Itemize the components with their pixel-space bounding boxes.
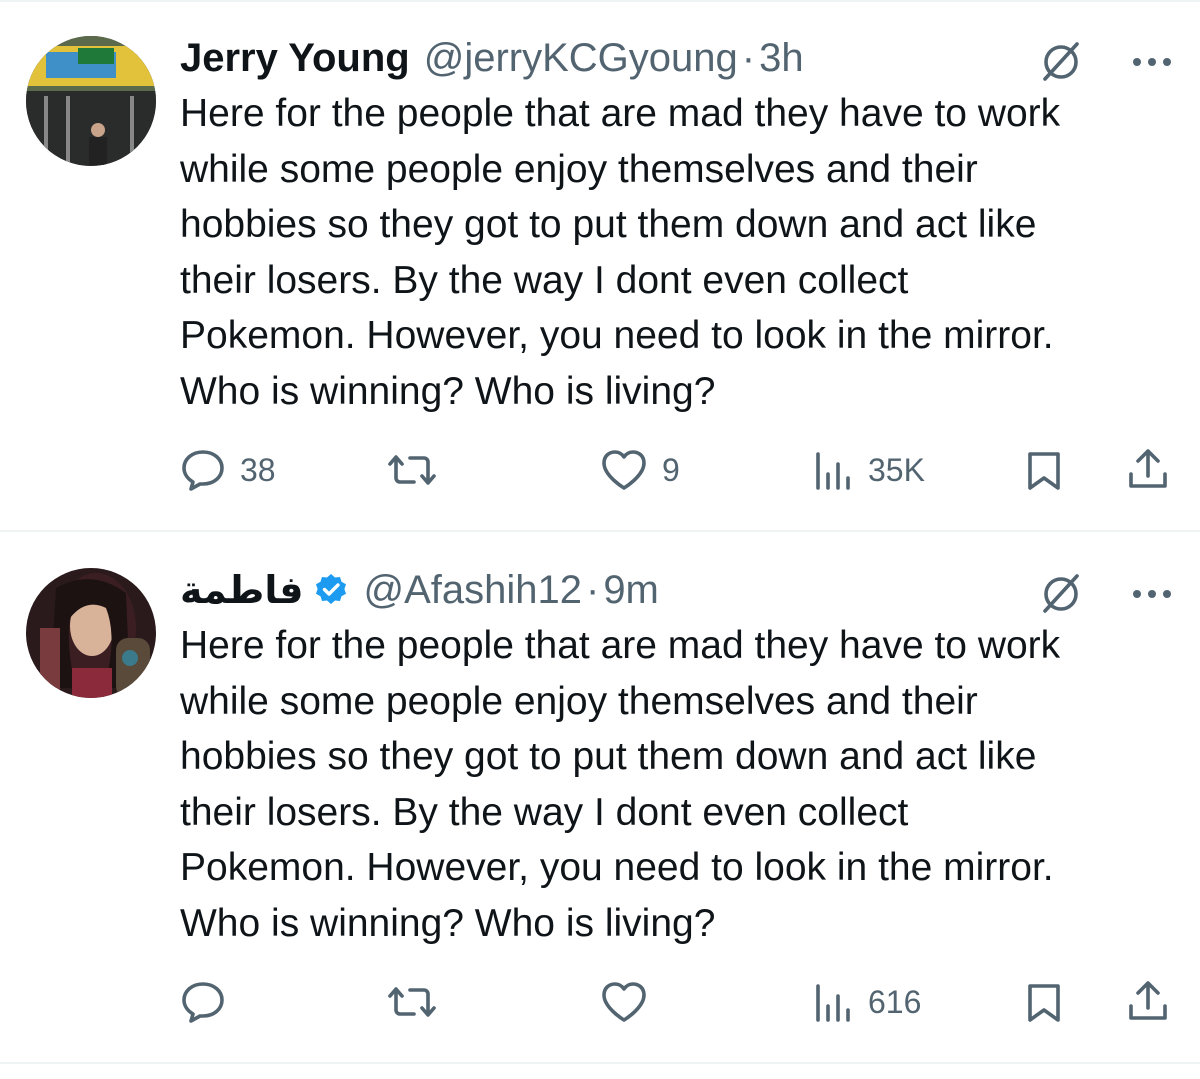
repost-icon <box>386 982 438 1022</box>
share-button[interactable] <box>1126 978 1170 1024</box>
bookmark-button[interactable] <box>1024 448 1064 492</box>
views-count: 35K <box>868 451 925 488</box>
verified-badge-icon <box>313 572 349 608</box>
grok-slash-icon[interactable] <box>1038 570 1084 621</box>
repost-button[interactable] <box>386 982 452 1022</box>
like-button[interactable]: 9 <box>600 448 680 492</box>
separator-dot: · <box>585 567 600 612</box>
views-bar-chart-icon <box>814 448 854 492</box>
bookmark-icon <box>1024 980 1064 1024</box>
tweet-text: Here for the people that are mad they ha… <box>180 624 1061 945</box>
views-button[interactable]: 616 <box>814 980 921 1024</box>
reply-bubble-icon <box>180 980 226 1024</box>
tweet-header: Jerry Young @jerryKCGyoung · 3h <box>180 30 1050 86</box>
like-button[interactable] <box>600 980 662 1024</box>
tweet-actions: 616 <box>0 970 1200 1034</box>
grok-slash-icon[interactable] <box>1038 38 1084 89</box>
author-handle[interactable]: @jerryKCGyoung <box>424 36 738 81</box>
bookmark-button[interactable] <box>1024 980 1064 1024</box>
avatar-fatima[interactable] <box>26 568 156 698</box>
tweet-top-icons <box>1038 38 1172 89</box>
share-upload-icon <box>1126 446 1170 492</box>
repost-button[interactable] <box>386 450 452 490</box>
tweet-top-icons <box>1038 570 1172 621</box>
reply-bubble-icon <box>180 448 226 492</box>
author-name[interactable]: فاطمة <box>180 568 303 612</box>
bottom-divider <box>0 1062 1200 1064</box>
more-dots-icon[interactable] <box>1132 587 1172 605</box>
reply-button[interactable]: 38 <box>180 448 276 492</box>
author-name[interactable]: Jerry Young <box>180 36 410 81</box>
tweet-time[interactable]: 9m <box>603 568 659 613</box>
author-handle[interactable]: @Afashih12 <box>363 568 582 613</box>
avatar-jerry-young[interactable] <box>26 36 156 166</box>
tweet-time[interactable]: 3h <box>759 36 804 81</box>
share-upload-icon <box>1126 978 1170 1024</box>
separator-dot: · <box>741 35 756 80</box>
bookmark-icon <box>1024 448 1064 492</box>
share-button[interactable] <box>1126 446 1170 492</box>
views-count: 616 <box>868 983 922 1020</box>
repost-icon <box>386 450 438 490</box>
tweet-actions: 38 9 35K <box>0 438 1200 502</box>
tweet-text: Here for the people that are mad they ha… <box>180 92 1061 413</box>
views-bar-chart-icon <box>814 980 854 1024</box>
reply-button[interactable] <box>180 980 240 1024</box>
heart-icon <box>600 980 648 1024</box>
tweet-1[interactable]: Jerry Young @jerryKCGyoung · 3h Here for… <box>0 0 1200 530</box>
views-button[interactable]: 35K <box>814 448 925 492</box>
more-dots-icon[interactable] <box>1132 55 1172 73</box>
like-count: 9 <box>662 451 680 488</box>
tweet-header: فاطمة @Afashih12 · 9m <box>180 562 1050 618</box>
tweet-2[interactable]: فاطمة @Afashih12 · 9m Here for the peopl… <box>0 532 1200 1062</box>
reply-count: 38 <box>240 451 276 488</box>
heart-icon <box>600 448 648 492</box>
